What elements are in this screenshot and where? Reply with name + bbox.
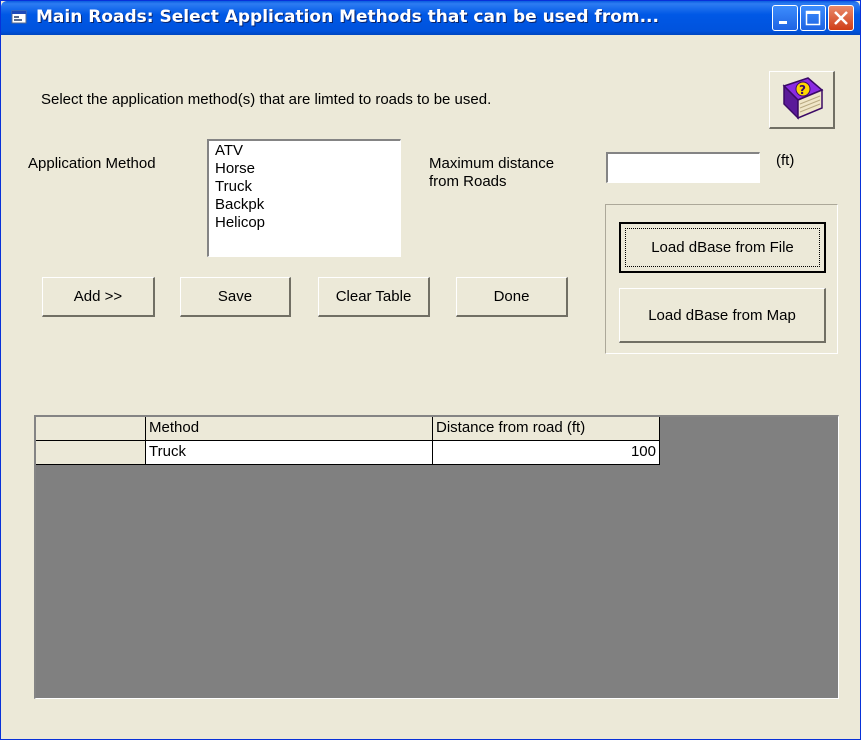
close-button[interactable] [828, 5, 854, 31]
list-item[interactable]: Horse [215, 160, 255, 178]
help-book-icon: ? [782, 77, 824, 120]
load-dbase-from-file-label: Load dBase from File [651, 239, 794, 256]
done-button[interactable]: Done [456, 277, 568, 317]
unit-label: (ft) [776, 152, 795, 169]
list-item[interactable]: Truck [215, 178, 252, 196]
title-bar[interactable]: Main Roads: Select Application Methods t… [1, 1, 860, 35]
instructions-text: Select the application method(s) that ar… [41, 91, 492, 108]
list-item[interactable]: Helicop [215, 214, 265, 232]
done-button-label: Done [493, 288, 530, 305]
methods-table[interactable]: Method Distance from road (ft) Truck 100 [34, 415, 839, 699]
column-header-distance[interactable]: Distance from road (ft) [433, 417, 660, 441]
load-dbase-from-map-button[interactable]: Load dBase from Map [619, 288, 826, 343]
max-distance-label: Maximum distance from Roads [429, 155, 554, 191]
load-dbase-from-file-button[interactable]: Load dBase from File [619, 222, 826, 273]
table-cell-distance[interactable]: 100 [433, 441, 660, 465]
list-item[interactable]: Backpk [215, 196, 264, 214]
application-method-list[interactable]: ATV Horse Truck Backpk Helicop [207, 139, 401, 257]
add-button-label: Add >> [73, 288, 123, 305]
application-method-label: Application Method [28, 155, 156, 172]
column-header-method[interactable]: Method [146, 417, 433, 441]
corner-cell [36, 417, 146, 441]
list-item[interactable]: ATV [215, 142, 243, 160]
maximize-button[interactable] [800, 5, 826, 31]
max-distance-label-line2: from Roads [429, 173, 507, 190]
row-header[interactable] [36, 441, 146, 465]
clear-table-button-label: Clear Table [335, 288, 412, 305]
window-title: Main Roads: Select Application Methods t… [36, 7, 659, 27]
close-icon [834, 11, 848, 25]
clear-table-button[interactable]: Clear Table [318, 277, 430, 317]
save-button-label: Save [217, 288, 253, 305]
help-button[interactable]: ? [769, 71, 835, 129]
svg-text:?: ? [799, 83, 806, 97]
dialog-window: Main Roads: Select Application Methods t… [0, 0, 861, 740]
max-distance-label-line1: Maximum distance [429, 155, 555, 172]
minimize-icon [779, 21, 787, 24]
minimize-button[interactable] [772, 5, 798, 31]
max-distance-input[interactable] [606, 152, 760, 183]
save-button[interactable]: Save [180, 277, 291, 317]
add-button[interactable]: Add >> [42, 277, 155, 317]
load-dbase-from-map-label: Load dBase from Map [648, 306, 796, 324]
table-cell-method[interactable]: Truck [146, 441, 433, 465]
maximize-icon [805, 10, 821, 26]
form-icon [11, 9, 27, 25]
